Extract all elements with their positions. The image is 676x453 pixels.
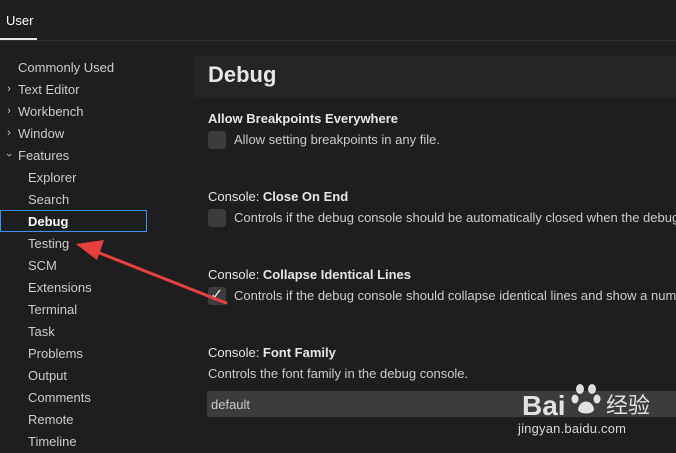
setting-title-text: Font Family: [262, 345, 336, 360]
toc-item-commonly-used[interactable]: Commonly Used: [0, 56, 147, 78]
toc-item-comments[interactable]: Comments: [0, 386, 147, 408]
setting-description: Controls the font family in the debug co…: [208, 366, 469, 381]
toc-item-label: Testing: [28, 235, 70, 251]
toc-item-label: Output: [28, 367, 68, 383]
allow-breakpoints-checkbox[interactable]: [208, 131, 226, 149]
toc-item-label: Comments: [28, 389, 91, 405]
close-on-end-checkbox[interactable]: [208, 209, 226, 227]
toc-item-label: Extensions: [28, 279, 92, 295]
setting-title-close-on-end: Console: Close On End: [208, 189, 348, 204]
toc-item-search[interactable]: Search: [0, 188, 147, 210]
setting-title-text: Close On End: [262, 189, 349, 204]
toc-item-label: Terminal: [28, 301, 78, 317]
tabbar-divider: [0, 40, 676, 41]
toc-item-label: Workbench: [18, 103, 84, 119]
toc-item-label: Task: [28, 323, 55, 339]
settings-editor: User Commonly Used › Text Editor › Workb…: [0, 0, 676, 453]
setting-title-allow-breakpoints: Allow Breakpoints Everywhere: [208, 111, 398, 126]
setting-title-text: Collapse Identical Lines: [262, 267, 412, 282]
chevron-right-icon: ›: [7, 105, 11, 117]
toc-item-label: Text Editor: [18, 81, 80, 97]
toc-item-scm[interactable]: SCM: [0, 254, 147, 276]
toc-item-label: Problems: [28, 345, 83, 361]
watermark-brand: Bai: [522, 390, 566, 421]
collapse-identical-checkbox[interactable]: ✓: [208, 287, 226, 305]
toc-item-workbench[interactable]: › Workbench: [0, 100, 147, 122]
settings-scope-tabbar: User: [0, 0, 676, 40]
section-header: Debug: [193, 56, 676, 97]
toc-item-label: Debug: [28, 213, 69, 229]
setting-title-text: Allow Breakpoints Everywhere: [208, 111, 399, 126]
setting-category: Console:: [208, 189, 263, 204]
check-icon: ✓: [210, 287, 224, 304]
watermark-brand2: 经验: [606, 394, 650, 419]
baidu-jingyan-watermark: Bai 经验: [522, 384, 650, 421]
setting-category: Console:: [208, 267, 263, 282]
toc-item-features[interactable]: › Features: [0, 144, 147, 166]
toc-item-problems[interactable]: Problems: [0, 342, 147, 364]
settings-toc: Commonly Used › Text Editor › Workbench …: [0, 56, 192, 453]
toc-item-extensions[interactable]: Extensions: [0, 276, 147, 298]
toc-item-label: Timeline: [28, 433, 77, 449]
toc-item-label: SCM: [28, 257, 57, 273]
setting-category: Console:: [208, 345, 263, 360]
paw-icon: [571, 384, 601, 414]
setting-description: Controls if the debug console should col…: [234, 288, 676, 303]
watermark-url: jingyan.baidu.com: [518, 421, 627, 436]
toc-item-debug[interactable]: Debug: [0, 210, 147, 232]
toc-item-explorer[interactable]: Explorer: [0, 166, 147, 188]
toc-item-timeline[interactable]: Timeline: [0, 430, 147, 452]
toc-item-label: Search: [28, 191, 70, 207]
toc-item-label: Explorer: [28, 169, 77, 185]
toc-item-label: Window: [18, 125, 65, 141]
setting-description: Allow setting breakpoints in any file.: [234, 132, 440, 147]
toc-item-label: Features: [18, 147, 70, 163]
chevron-right-icon: ›: [7, 83, 11, 95]
toc-item-label: Remote: [28, 411, 74, 427]
toc-item-terminal[interactable]: Terminal: [0, 298, 147, 320]
setting-description: Controls if the debug console should be …: [234, 210, 676, 225]
toc-item-text-editor[interactable]: › Text Editor: [0, 78, 147, 100]
toc-item-remote[interactable]: Remote: [0, 408, 147, 430]
toc-item-task[interactable]: Task: [0, 320, 147, 342]
setting-title-collapse-identical: Console: Collapse Identical Lines: [208, 267, 411, 282]
setting-title-font-family: Console: Font Family: [208, 345, 336, 360]
tab-user-label: User: [6, 12, 34, 28]
toc-item-label: Commonly Used: [18, 59, 115, 75]
chevron-down-icon: ›: [3, 153, 15, 157]
toc-item-testing[interactable]: Testing: [0, 232, 147, 254]
chevron-right-icon: ›: [7, 127, 11, 139]
toc-item-window[interactable]: › Window: [0, 122, 147, 144]
section-title: Debug: [208, 62, 277, 87]
tab-user[interactable]: User: [0, 0, 41, 40]
toc-item-output[interactable]: Output: [0, 364, 147, 386]
